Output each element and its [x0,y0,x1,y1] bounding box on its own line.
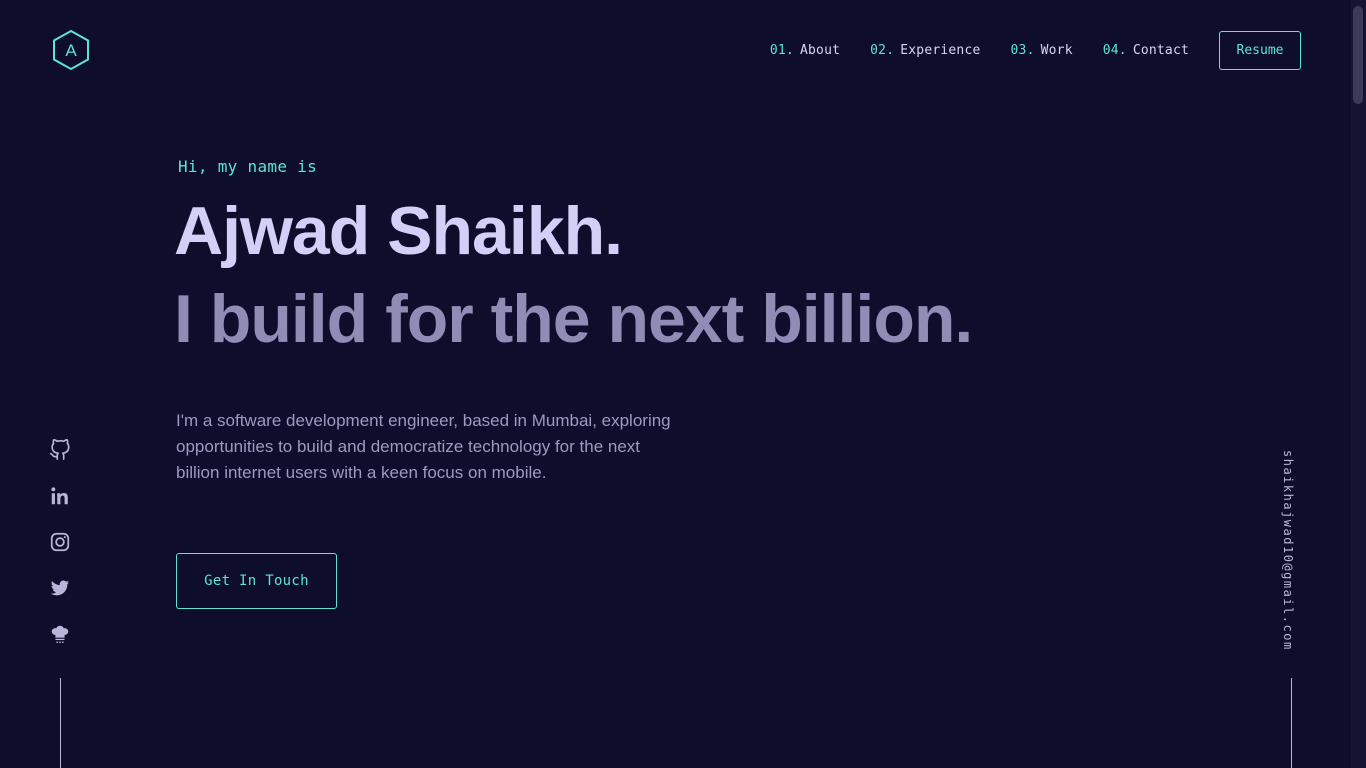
social-sidebar-line [60,678,61,768]
scrollbar-track [1351,0,1366,768]
email-link[interactable]: shaikhajwad10@gmail.com [1281,450,1295,651]
linkedin-icon [51,487,68,505]
chef-hat-icon [51,625,69,644]
nav-item-label: Experience [900,43,981,58]
email-sidebar-line [1291,678,1292,768]
github-link[interactable] [49,439,71,461]
nav-item-number: 02. [870,43,895,58]
linkedin-link[interactable] [49,485,71,507]
nav-item-number: 03. [1010,43,1035,58]
get-in-touch-button[interactable]: Get In Touch [176,553,337,609]
instagram-icon [50,532,70,552]
hero-bio: I'm a software development engineer, bas… [176,411,671,482]
twitter-icon [50,580,70,596]
instagram-link[interactable] [49,531,71,553]
hexagon-logo-icon: A [53,29,89,71]
main-nav: 01. About 02. Experience 03. Work 04. Contac… [770,31,1301,70]
nav-item-number: 01. [769,43,794,58]
hero-greeting: Hi, my name is [178,157,318,176]
github-icon [50,439,70,460]
nav-item-label: Contact [1132,43,1189,58]
nav-item-contact[interactable]: 04. Contact [1103,43,1189,58]
nav-item-label: About [800,43,841,58]
logo-link[interactable]: A [51,29,91,71]
nav-item-work[interactable]: 03. Work [1011,43,1073,58]
chef-link[interactable] [49,623,71,645]
resume-button[interactable]: Resume [1219,31,1301,70]
nav-item-label: Work [1040,43,1073,58]
logo-letter: A [65,41,77,60]
hero-name: Ajwad Shaikh. [174,193,623,269]
scrollbar-thumb[interactable] [1353,6,1363,104]
nav-item-experience[interactable]: 02. Experience [870,43,980,58]
nav-item-about[interactable]: 01. About [770,43,840,58]
twitter-link[interactable] [49,577,71,599]
nav-item-number: 04. [1102,43,1127,58]
hero-tagline: I build for the next billion. [174,281,973,357]
social-sidebar [49,439,71,669]
